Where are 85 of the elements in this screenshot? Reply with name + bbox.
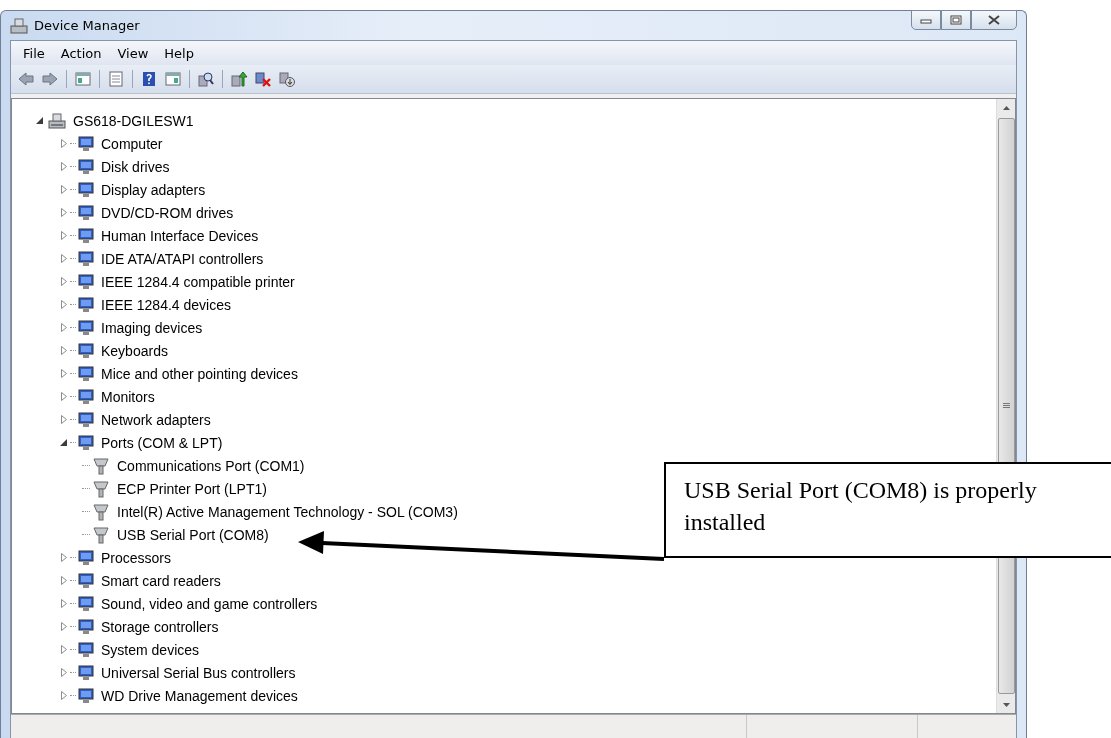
device-icon bbox=[77, 571, 95, 590]
connector-icon bbox=[91, 455, 111, 476]
tree-item[interactable]: Disk drives bbox=[99, 157, 172, 176]
tree-item[interactable]: Ports (COM & LPT) bbox=[99, 433, 225, 452]
tree-item[interactable]: WD Drive Management devices bbox=[99, 686, 300, 705]
tree-item[interactable]: DVD/CD-ROM drives bbox=[99, 203, 236, 222]
menu-item[interactable]: File bbox=[15, 43, 53, 63]
expand-arrow-icon[interactable] bbox=[58, 252, 70, 265]
expand-arrow-icon[interactable] bbox=[58, 298, 70, 311]
expand-arrow-icon[interactable] bbox=[58, 551, 70, 564]
expand-arrow-icon[interactable] bbox=[58, 344, 70, 357]
expand-arrow-icon[interactable] bbox=[58, 321, 70, 334]
device-icon bbox=[77, 433, 95, 452]
device-icon bbox=[77, 594, 95, 613]
device-icon bbox=[77, 272, 95, 291]
device-icon bbox=[77, 157, 95, 176]
expand-arrow-icon[interactable] bbox=[58, 597, 70, 610]
tree-item[interactable]: USB Serial Port (COM8) bbox=[115, 525, 271, 544]
expand-arrow-icon[interactable] bbox=[58, 137, 70, 150]
tree-item[interactable]: ECP Printer Port (LPT1) bbox=[115, 479, 269, 498]
device-icon bbox=[77, 364, 95, 383]
device-icon bbox=[77, 686, 95, 705]
maximize-icon bbox=[950, 15, 962, 25]
expand-arrow-icon[interactable] bbox=[58, 275, 70, 288]
device-icon bbox=[77, 318, 95, 337]
tree-item[interactable]: Imaging devices bbox=[99, 318, 205, 337]
close-icon bbox=[988, 15, 1000, 25]
tree-item[interactable]: Computer bbox=[99, 134, 165, 153]
tree-item[interactable]: Communications Port (COM1) bbox=[115, 456, 307, 475]
expand-arrow-icon[interactable] bbox=[58, 413, 70, 426]
tree-item[interactable]: IDE ATA/ATAPI controllers bbox=[99, 249, 266, 268]
computer-icon bbox=[10, 17, 28, 34]
expand-arrow-icon[interactable] bbox=[58, 367, 70, 380]
tree-item[interactable]: Human Interface Devices bbox=[99, 226, 261, 245]
tree-item[interactable]: IEEE 1284.4 compatible printer bbox=[99, 272, 297, 291]
callout-text: USB Serial Port (COM8) is properly installed bbox=[664, 462, 1111, 558]
expand-arrow-icon[interactable] bbox=[58, 643, 70, 656]
minimize-button[interactable] bbox=[911, 10, 941, 30]
tree-item[interactable]: Monitors bbox=[99, 387, 157, 406]
device-icon bbox=[77, 180, 95, 199]
device-icon bbox=[77, 640, 95, 659]
expand-arrow-icon[interactable] bbox=[58, 183, 70, 196]
device-icon bbox=[77, 548, 95, 567]
window-title: Device Manager bbox=[34, 18, 140, 33]
tree-item[interactable]: Universal Serial Bus controllers bbox=[99, 663, 298, 682]
tree-item[interactable]: Mice and other pointing devices bbox=[99, 364, 300, 383]
maximize-button[interactable] bbox=[941, 10, 971, 30]
device-icon bbox=[77, 663, 95, 682]
menu-item[interactable]: Help bbox=[156, 43, 202, 63]
device-icon bbox=[77, 134, 95, 153]
expand-arrow-icon[interactable] bbox=[58, 620, 70, 633]
tree-item[interactable]: Keyboards bbox=[99, 341, 170, 360]
tree-item[interactable]: Processors bbox=[99, 548, 174, 567]
tree-item[interactable]: System devices bbox=[99, 640, 202, 659]
connector-icon bbox=[91, 501, 111, 522]
computer-icon bbox=[47, 111, 67, 130]
tree-item[interactable]: GS618-DGILESW1 bbox=[71, 111, 196, 130]
device-icon bbox=[77, 617, 95, 636]
menu-item[interactable]: Action bbox=[52, 43, 110, 63]
device-icon bbox=[77, 341, 95, 360]
close-button[interactable] bbox=[971, 10, 1017, 30]
connector-icon bbox=[91, 524, 111, 545]
device-icon bbox=[77, 387, 95, 406]
device-icon bbox=[77, 226, 95, 245]
device-icon bbox=[77, 203, 95, 222]
expand-arrow-icon[interactable] bbox=[58, 666, 70, 679]
tree-item[interactable]: Intel(R) Active Management Technology - SOL (COM3) bbox=[115, 502, 460, 521]
expand-arrow-icon[interactable] bbox=[58, 390, 70, 403]
expand-arrow-icon[interactable] bbox=[58, 206, 70, 219]
tree-item[interactable]: Display adapters bbox=[99, 180, 208, 199]
expand-arrow-icon[interactable] bbox=[58, 160, 70, 173]
menu-item[interactable]: View bbox=[109, 43, 157, 63]
device-icon bbox=[77, 410, 95, 429]
tree-item[interactable]: Smart card readers bbox=[99, 571, 223, 590]
connector-icon bbox=[91, 478, 111, 499]
device-icon bbox=[77, 249, 95, 268]
tree-item[interactable]: Network adapters bbox=[99, 410, 213, 429]
expand-arrow-icon[interactable] bbox=[58, 689, 70, 702]
device-icon bbox=[77, 295, 95, 314]
expand-arrow-icon[interactable] bbox=[58, 229, 70, 242]
tree-item[interactable]: IEEE 1284.4 devices bbox=[99, 295, 233, 314]
minimize-icon bbox=[920, 16, 932, 24]
expand-arrow-icon[interactable] bbox=[58, 574, 70, 587]
tree-item[interactable]: Sound, video and game controllers bbox=[99, 594, 320, 613]
tree-item[interactable]: Storage controllers bbox=[99, 617, 221, 636]
